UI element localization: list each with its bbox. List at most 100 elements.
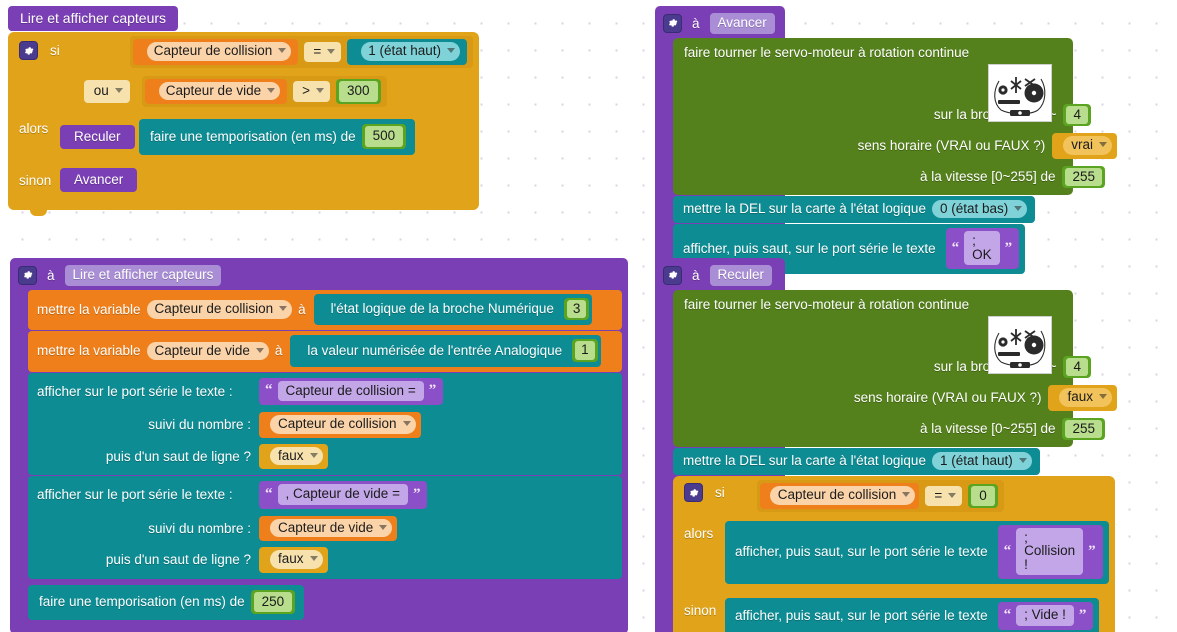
comparison-block-collision-zero[interactable]: Capteur de collision = 0 <box>757 480 1004 512</box>
call-avancer-block[interactable]: Avancer <box>60 168 137 193</box>
blocks-workspace[interactable]: Lire et afficher capteurs si <box>0 0 1177 632</box>
gear-icon[interactable] <box>18 266 37 285</box>
logic-operator-dropdown[interactable]: ou <box>84 80 130 103</box>
led-state-dropdown[interactable]: 1 (état haut) <box>932 452 1032 471</box>
comparison-block-2[interactable]: Capteur de vide > 300 <box>142 76 387 108</box>
procedure-def-lire-et-afficher-capteurs[interactable]: à Lire et afficher capteurs mettre la va… <box>10 258 628 632</box>
serial-newline-row-1[interactable]: puis d'un saut de ligne ? faux <box>28 441 622 474</box>
procedure-def-avancer[interactable]: à Avancer faire tourner le servo-moteur … <box>655 6 785 288</box>
if-else-block-top-left[interactable]: si Capteur de collision <box>8 32 479 210</box>
servo-speed-input[interactable]: 255 <box>1062 418 1105 441</box>
delay-block-500[interactable]: faire une temporisation (en ms) de 500 <box>139 119 415 155</box>
string-value[interactable]: , Capteur de vide = <box>278 484 408 505</box>
boolean-reporter-faux-2[interactable]: faux <box>259 547 328 573</box>
serial-println-block-vide[interactable]: afficher, puis saut, sur le port série l… <box>725 598 1099 632</box>
chevron-down-icon[interactable] <box>379 525 387 530</box>
analog-read-block[interactable]: la valeur numérisée de l'entrée Analogiq… <box>290 335 600 367</box>
procedure-name-pill[interactable]: Avancer <box>710 13 775 34</box>
string-block-ok[interactable]: “ ; OK ” <box>946 228 1020 269</box>
operator-dropdown[interactable]: = <box>925 486 962 507</box>
servo-motor-block-avancer[interactable]: faire tourner le servo-moteur à rotation… <box>673 38 1073 195</box>
procedure-header-bottom-left[interactable]: à Lire et afficher capteurs <box>18 262 622 290</box>
script-lire-et-afficher-capteurs-if[interactable]: Lire et afficher capteurs si <box>8 6 479 210</box>
gear-icon[interactable] <box>19 41 38 60</box>
string-block-vide-eq[interactable]: “ , Capteur de vide = ” <box>259 481 427 509</box>
digital-read-block[interactable]: l'état logique de la broche Numérique 3 <box>314 294 593 326</box>
string-value[interactable]: ; OK <box>964 231 1000 265</box>
set-led-block-reculer[interactable]: mettre la DEL sur la carte à l'état logi… <box>673 448 1040 476</box>
number-input-500[interactable]: 500 <box>362 124 407 149</box>
string-value[interactable]: Capteur de collision = <box>278 381 424 402</box>
servo-speed-row[interactable]: à la vitesse [0~255] de 255 <box>673 416 1073 443</box>
number-input-250[interactable]: 250 <box>251 590 296 615</box>
delay-block-250[interactable]: faire une temporisation (en ms) de 250 <box>28 585 304 621</box>
servo-direction-dropdown[interactable]: vrai <box>1052 133 1117 159</box>
chevron-down-icon[interactable] <box>1099 394 1107 399</box>
procedure-header-reculer[interactable]: à Reculer <box>663 262 779 290</box>
chevron-down-icon[interactable] <box>447 48 455 53</box>
if-else-block-bottom-right[interactable]: si Capteur de collision <box>673 476 1115 632</box>
serial-print-group-2[interactable]: afficher sur le port série le texte : “ … <box>28 476 622 579</box>
variable-capteur-de-collision[interactable]: Capteur de collision <box>133 39 299 65</box>
variable-capteur-de-vide[interactable]: Capteur de vide <box>145 79 287 105</box>
set-led-block-avancer[interactable]: mettre la DEL sur la carte à l'état logi… <box>673 196 1035 224</box>
call-reculer-block[interactable]: Reculer <box>60 125 135 150</box>
led-state-dropdown[interactable]: 0 (état bas) <box>932 200 1027 219</box>
procedure-header-top-left[interactable]: Lire et afficher capteurs <box>8 6 178 31</box>
variable-reporter-collision[interactable]: Capteur de collision <box>760 483 920 509</box>
chevron-down-icon[interactable] <box>278 48 286 53</box>
chevron-down-icon[interactable] <box>1099 142 1107 147</box>
gear-icon[interactable] <box>663 14 682 33</box>
procedure-name-pill[interactable]: Reculer <box>710 265 773 286</box>
pin-number-input-3[interactable]: 3 <box>564 298 590 321</box>
chevron-down-icon[interactable] <box>948 493 956 498</box>
string-block-collision[interactable]: “ ; Collision ! ” <box>998 525 1103 580</box>
procedure-def-reculer[interactable]: à Reculer faire tourner le servo-moteur … <box>655 258 785 632</box>
pin-number-input-1[interactable]: 1 <box>572 339 598 362</box>
chevron-down-icon[interactable] <box>902 492 910 497</box>
servo-speed-input[interactable]: 255 <box>1062 166 1105 189</box>
variable-dropdown-vide[interactable]: Capteur de vide <box>147 342 269 361</box>
operator-dropdown-1[interactable]: = <box>304 42 341 63</box>
servo-pin-input[interactable]: 4 <box>1063 356 1091 379</box>
chevron-down-icon[interactable] <box>310 556 318 561</box>
servo-motor-block-reculer[interactable]: faire tourner le servo-moteur à rotation… <box>673 290 1073 447</box>
servo-direction-dropdown[interactable]: faux <box>1048 385 1117 411</box>
boolean-reporter-faux-1[interactable]: faux <box>259 444 328 470</box>
string-block-collision-eq[interactable]: “ Capteur de collision = ” <box>259 378 443 406</box>
number-input-300[interactable]: 300 <box>336 79 381 104</box>
gear-icon[interactable] <box>663 266 682 285</box>
serial-text-row-2[interactable]: afficher sur le port série le texte : “ … <box>28 477 622 513</box>
variable-dropdown-collision[interactable]: Capteur de collision <box>147 300 293 319</box>
string-block-vide[interactable]: “ ; Vide ! ” <box>998 602 1094 630</box>
comparison-block-1[interactable]: Capteur de collision = <box>130 36 473 68</box>
set-variable-row-collision[interactable]: mettre la variable Capteur de collision … <box>28 290 622 331</box>
chevron-down-icon[interactable] <box>115 88 123 93</box>
set-variable-row-vide[interactable]: mettre la variable Capteur de vide à la … <box>28 331 622 372</box>
chevron-down-icon[interactable] <box>1019 458 1027 463</box>
chevron-down-icon[interactable] <box>316 88 324 93</box>
chevron-down-icon[interactable] <box>403 421 411 426</box>
chevron-down-icon[interactable] <box>310 453 318 458</box>
operator-dropdown-2[interactable]: > <box>293 81 330 102</box>
gear-icon[interactable] <box>684 483 703 502</box>
serial-text-row-1[interactable]: afficher sur le port série le texte : “ … <box>28 374 622 410</box>
servo-direction-row[interactable]: sens horaire (VRAI ou FAUX ?) vrai <box>673 131 1073 161</box>
servo-pin-input[interactable]: 4 <box>1063 104 1091 127</box>
string-value[interactable]: ; Collision ! <box>1016 528 1083 576</box>
servo-speed-row[interactable]: à la vitesse [0~255] de 255 <box>673 164 1073 191</box>
chevron-down-icon[interactable] <box>1014 206 1022 211</box>
servo-direction-row[interactable]: sens horaire (VRAI ou FAUX ?) faux <box>673 383 1073 413</box>
number-input-0[interactable]: 0 <box>968 484 998 509</box>
serial-println-block-collision[interactable]: afficher, puis saut, sur le port série l… <box>725 521 1109 585</box>
string-value[interactable]: ; Vide ! <box>1016 605 1074 626</box>
variable-reporter-collision[interactable]: Capteur de collision <box>259 412 421 438</box>
chevron-down-icon[interactable] <box>327 49 335 54</box>
variable-reporter-vide[interactable]: Capteur de vide <box>259 516 397 542</box>
logic-state-value-1[interactable]: 1 (état haut) <box>347 39 467 65</box>
chevron-down-icon[interactable] <box>256 348 264 353</box>
serial-number-row-1[interactable]: suivi du nombre : Capteur de collision <box>28 409 622 441</box>
procedure-name-pill[interactable]: Lire et afficher capteurs <box>65 265 222 286</box>
procedure-header-avancer[interactable]: à Avancer <box>663 10 779 38</box>
serial-number-row-2[interactable]: suivi du nombre : Capteur de vide <box>28 513 622 545</box>
